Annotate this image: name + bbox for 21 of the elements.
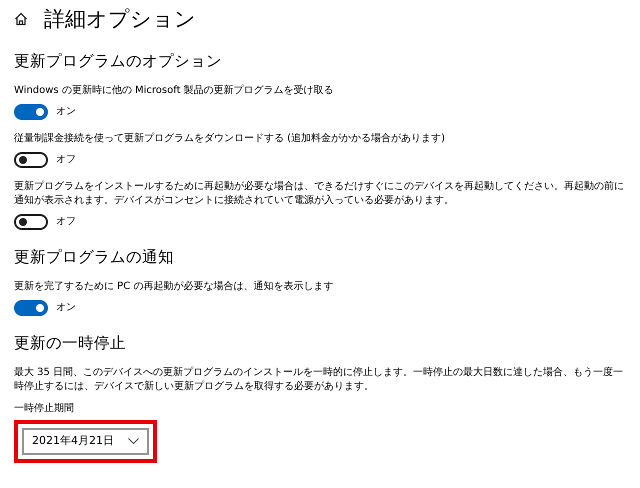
toggle-switch[interactable] [14,214,48,230]
setting-label: 更新を完了するために PC の再起動が必要な場合は、通知を表示します [14,280,334,294]
description-text: 最大 35 日間、このデバイスへの更新プログラムのインストールを一時的に停止します。一時停止の最大日数に達した場合、もう一度一時停止するには、デバイスで新しい更新プログラムを取得する必要があります。 [14,366,624,394]
toggle-switch[interactable] [14,152,48,168]
toggle-state: オン [56,105,76,119]
section-heading: 更新プログラムの通知 [14,247,175,268]
setting-label: Windows の更新時に他の Microsoft 製品の更新プログラムを受け取る [14,84,335,98]
setting-label: 更新プログラムをインストールするために再起動が必要な場合は、できるだけすぐにこのデバイスを再起動してください。再起動の前に通知が表示されます。デバイスがコンセントに接続されていて電源が入っている必要があります。 [14,180,625,208]
toggle-switch[interactable] [14,300,48,316]
section-heading: 更新プログラムのオプション [14,51,223,72]
page-title: 詳細オプション [44,6,196,33]
toggle-state: オフ [56,215,76,229]
section-heading: 更新の一時停止 [14,333,127,354]
field-label: 一時停止期間 [14,402,75,416]
date-dropdown[interactable]: 2021年4月21日 [22,428,149,454]
toggle-state: オン [56,301,76,315]
chevron-down-icon [128,438,139,444]
toggle-state: オフ [56,153,76,167]
home-icon[interactable] [14,12,28,26]
toggle-switch[interactable] [14,104,48,120]
setting-label: 従量制課金接続を使って更新プログラムをダウンロードする (追加料金がかかる場合があります) [14,132,446,146]
